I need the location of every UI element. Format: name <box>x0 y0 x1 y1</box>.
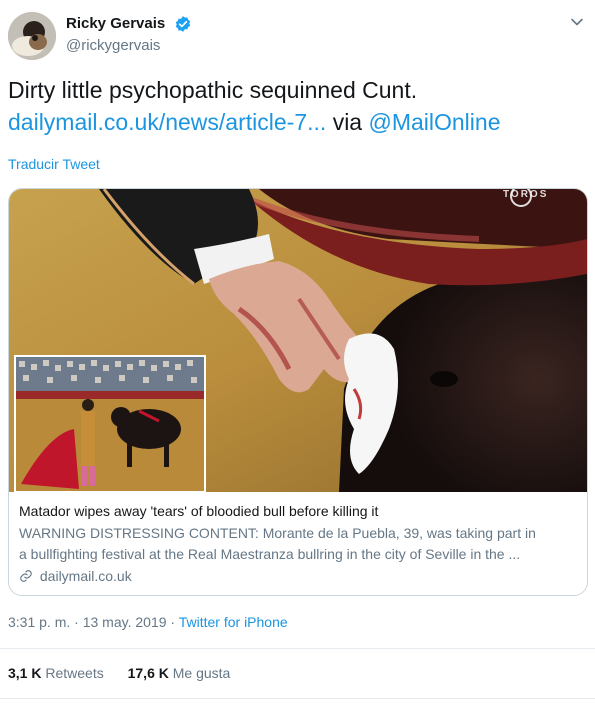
chevron-down-icon[interactable] <box>569 14 585 30</box>
card-domain: dailymail.co.uk <box>19 566 579 586</box>
separator-dot: · <box>74 614 79 630</box>
card-domain-text: dailymail.co.uk <box>39 568 132 584</box>
avatar[interactable] <box>8 12 56 60</box>
user-names: Ricky Gervais @rickygervais <box>66 14 192 56</box>
via-text: via <box>332 109 363 135</box>
card-meta: Matador wipes away 'tears' of bloodied b… <box>19 501 579 586</box>
tweet-body: Dirty little psychopathic sequinned Cunt… <box>8 77 418 103</box>
separator-dot: · <box>170 614 176 630</box>
card-title: Matador wipes away 'tears' of bloodied b… <box>19 503 379 519</box>
tweet-header: Ricky Gervais @rickygervais <box>0 0 595 62</box>
tweet-date[interactable]: 13 may. 2019 <box>83 614 167 630</box>
translate-tweet-button[interactable]: Traducir Tweet <box>8 156 100 172</box>
tweet-source[interactable]: Twitter for iPhone <box>179 614 288 630</box>
toros-watermark: TOROS <box>503 189 549 200</box>
tweet-time[interactable]: 3:31 p. m. <box>8 614 70 630</box>
link-icon <box>19 568 40 584</box>
card-description-line: a bullfighting festival at the Real Maes… <box>19 546 521 562</box>
retweets-label: Retweets <box>45 665 104 681</box>
display-name[interactable]: Ricky Gervais <box>66 14 165 34</box>
card-description: WARNING DISTRESSING CONTENT: Morante de … <box>19 523 579 565</box>
article-link[interactable]: dailymail.co.uk/news/article-7... <box>8 109 326 135</box>
tweet-text: Dirty little psychopathic sequinned Cunt… <box>8 74 583 138</box>
divider <box>0 698 595 699</box>
likes-stat[interactable]: 17,6 K Me gusta <box>128 665 231 681</box>
link-card[interactable]: TOROS Matador wipes away 'tears' of bloo… <box>8 188 588 596</box>
card-image: TOROS <box>9 189 587 493</box>
user-handle[interactable]: @rickygervais <box>66 36 192 56</box>
verified-badge-icon <box>174 15 192 33</box>
tweet-timestamp: 3:31 p. m. · 13 may. 2019 · Twitter for … <box>8 614 288 630</box>
retweets-count: 3,1 K <box>8 665 42 681</box>
tweet-stats: 3,1 K Retweets 17,6 K Me gusta <box>8 665 250 681</box>
likes-label: Me gusta <box>172 665 231 681</box>
retweets-stat[interactable]: 3,1 K Retweets <box>8 665 104 681</box>
card-description-line: WARNING DISTRESSING CONTENT: Morante de … <box>19 525 536 541</box>
mention-link[interactable]: @MailOnline <box>368 109 500 135</box>
divider <box>0 648 595 649</box>
likes-count: 17,6 K <box>127 665 169 681</box>
